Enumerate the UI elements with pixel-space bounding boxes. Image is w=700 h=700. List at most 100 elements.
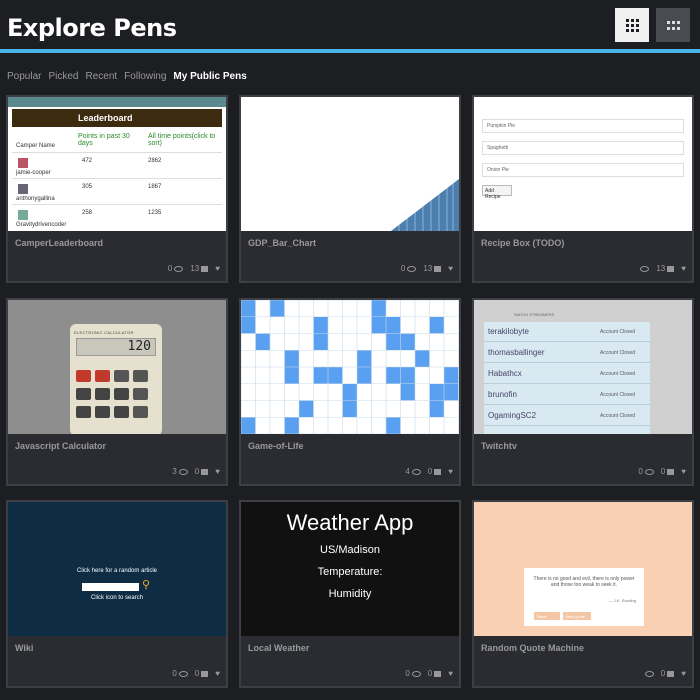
pen-thumbnail[interactable]: Weather App US/Madison Temperature: Humi… <box>241 502 459 636</box>
pen-thumbnail[interactable]: Leaderboard Camper Name Points in past 3… <box>8 97 226 231</box>
heart-icon[interactable]: ♥ <box>681 467 686 476</box>
comments-stat[interactable]: 0 <box>428 467 442 476</box>
views-count: 0 <box>172 669 177 678</box>
views-stat: 3 <box>172 467 188 476</box>
comments-stat[interactable]: 13 <box>190 264 209 273</box>
pen-title[interactable]: CamperLeaderboard <box>15 238 103 248</box>
pen-thumbnail[interactable]: Click here for a random article ⚲ Click … <box>8 502 226 636</box>
pen-thumbnail[interactable] <box>241 97 459 231</box>
search-icon: ⚲ <box>142 579 151 591</box>
pen-stats: 0 13 ♥ <box>168 264 220 273</box>
pen-card-local-weather[interactable]: Weather App US/Madison Temperature: Humi… <box>239 500 461 688</box>
tab-recent[interactable]: Recent <box>85 71 117 82</box>
row-name: jamie-cooper <box>16 170 51 176</box>
col-all: All time points(click to sort) <box>148 133 216 147</box>
twitch-header: WATCH STREAMERS <box>514 312 555 317</box>
views-count: 0 <box>405 669 410 678</box>
comments-stat[interactable]: 0 <box>195 467 209 476</box>
live-cell <box>357 350 372 367</box>
tab-following[interactable]: Following <box>124 71 166 82</box>
list-view-button[interactable] <box>656 8 690 42</box>
eye-icon <box>411 468 421 475</box>
list-icon <box>666 20 680 30</box>
tab-popular[interactable]: Popular <box>7 71 41 82</box>
pen-title[interactable]: Wiki <box>15 643 33 653</box>
live-cell <box>299 400 314 418</box>
pen-card-game-of-life[interactable]: Game-of-Life 4 0 ♥ <box>239 298 461 486</box>
comments-stat[interactable]: 0 <box>660 669 675 678</box>
table-row: anthonygallina 305 1867 <box>12 180 222 205</box>
list-item: Habathcx Account Closed <box>484 364 650 384</box>
pen-title[interactable]: Twitchtv <box>481 441 517 451</box>
comments-stat[interactable]: 0 <box>661 467 675 476</box>
pen-card-camper-leaderboard[interactable]: Leaderboard Camper Name Points in past 3… <box>6 95 228 283</box>
live-cell <box>328 367 343 384</box>
views-count: 0 <box>638 467 643 476</box>
heart-icon[interactable]: ♥ <box>215 669 220 678</box>
pen-card-recipe-box[interactable]: Pumpkin Pie Spaghetti Onion Pie Add Reci… <box>472 95 694 283</box>
grid-view-button[interactable] <box>615 8 649 42</box>
live-cell <box>313 367 328 384</box>
heart-icon[interactable]: ♥ <box>681 669 686 678</box>
comments-stat[interactable]: 13 <box>423 264 442 273</box>
comments-count: 0 <box>660 669 666 678</box>
live-cell <box>444 383 459 401</box>
comments-stat[interactable]: 0 <box>195 669 209 678</box>
pen-title[interactable]: Random Quote Machine <box>481 643 584 653</box>
heart-icon[interactable]: ♥ <box>448 467 453 476</box>
thumb-topbar <box>8 97 226 107</box>
pen-title[interactable]: Game-of-Life <box>248 441 304 451</box>
pen-card-random-quote-machine[interactable]: There is no good and evil, there is only… <box>472 500 694 688</box>
pen-title[interactable]: Local Weather <box>248 643 309 653</box>
calculator-brand: ELECTRONIC CALCULATOR <box>74 330 134 335</box>
pen-thumbnail[interactable]: ELECTRONIC CALCULATOR 120 <box>8 300 226 434</box>
calc-key <box>114 370 129 382</box>
stream-status: Account Closed <box>600 392 636 398</box>
comment-icon <box>201 468 209 475</box>
calc-key <box>133 388 148 400</box>
calculator-display: 120 <box>76 338 156 356</box>
stream-status: Account Closed <box>600 329 636 335</box>
live-cell <box>241 316 256 334</box>
live-cell <box>386 316 401 334</box>
pen-thumbnail[interactable]: Pumpkin Pie Spaghetti Onion Pie Add Reci… <box>474 97 692 231</box>
pen-card-twitchtv[interactable]: WATCH STREAMERS terakilobyte Account Clos… <box>472 298 694 486</box>
views-stat: 0 <box>168 264 184 273</box>
pen-title[interactable]: Recipe Box (TODO) <box>481 238 564 248</box>
pen-title[interactable]: Javascript Calculator <box>15 441 106 451</box>
heart-icon[interactable]: ♥ <box>448 669 453 678</box>
comments-count: 0 <box>427 669 433 678</box>
pen-card-javascript-calculator[interactable]: ELECTRONIC CALCULATOR 120 Javascript Cal… <box>6 298 228 486</box>
stream-status: Account Closed <box>600 413 636 419</box>
live-cell <box>313 316 328 334</box>
row-p30: 472 <box>82 158 93 164</box>
pen-card-wiki[interactable]: Click here for a random article ⚲ Click … <box>6 500 228 688</box>
heart-icon[interactable]: ♥ <box>681 264 686 273</box>
leaderboard-header: Leaderboard <box>12 109 222 127</box>
live-cell <box>284 350 299 367</box>
pen-card-gdp-bar-chart[interactable]: GDP_Bar_Chart 0 13 ♥ <box>239 95 461 283</box>
heart-icon[interactable]: ♥ <box>215 264 220 273</box>
live-cell <box>400 333 415 351</box>
live-cell <box>313 333 328 351</box>
comments-count: 13 <box>656 264 666 273</box>
header: Explore Pens <box>0 0 700 54</box>
wiki-random-link: Click here for a random article <box>76 568 158 574</box>
comments-stat[interactable]: 13 <box>656 264 675 273</box>
tab-my-public-pens[interactable]: My Public Pens <box>173 71 246 82</box>
pen-thumbnail[interactable]: WATCH STREAMERS terakilobyte Account Clos… <box>474 300 692 434</box>
heart-icon[interactable]: ♥ <box>448 264 453 273</box>
table-row: Gravitydrivencoder 258 1235 <box>12 206 222 230</box>
heart-icon[interactable]: ♥ <box>215 467 220 476</box>
comments-stat[interactable]: 0 <box>427 669 442 678</box>
views-stat: 0 <box>172 669 188 678</box>
live-cell <box>270 300 285 317</box>
live-cell <box>241 417 256 434</box>
pen-thumbnail[interactable]: There is no good and evil, there is only… <box>474 502 692 636</box>
game-of-life-grid <box>241 300 459 434</box>
row-pall: 1867 <box>148 184 162 190</box>
tab-picked[interactable]: Picked <box>48 71 78 82</box>
pen-stats: 0 13 ♥ <box>401 264 453 273</box>
pen-title[interactable]: GDP_Bar_Chart <box>248 238 316 248</box>
pen-thumbnail[interactable] <box>241 300 459 434</box>
